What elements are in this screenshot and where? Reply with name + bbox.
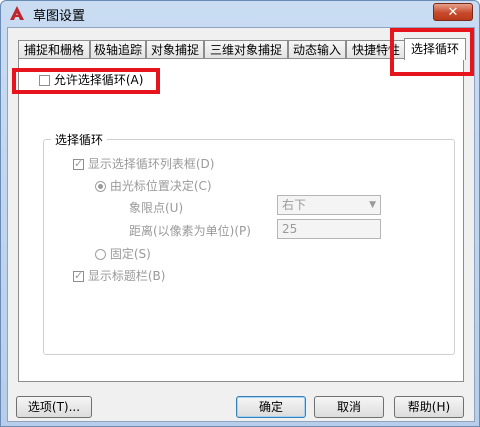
tab-dynamic-input[interactable]: 动态输入: [288, 40, 346, 58]
cursor-position-radio[interactable]: [95, 181, 106, 192]
fixed-label: 固定(S): [109, 247, 151, 261]
show-list-label: 显示选择循环列表框(D): [87, 157, 215, 171]
show-titlebar-label: 显示标题栏(B): [87, 269, 166, 283]
show-list-option[interactable]: 显示选择循环列表框(D): [73, 155, 214, 172]
cancel-button[interactable]: 取消: [314, 396, 384, 418]
options-button[interactable]: 选项(T)...: [16, 396, 92, 418]
show-list-checkbox[interactable]: [73, 157, 84, 170]
quadrant-select[interactable]: 右下 ▼: [277, 195, 381, 215]
highlight-box-checkbox: [12, 68, 160, 94]
title-bar[interactable]: 草图设置 ✕: [1, 1, 479, 25]
cursor-position-option[interactable]: 由光标位置决定(C): [95, 177, 212, 194]
tab-polar-tracking[interactable]: 极轴追踪: [90, 40, 146, 58]
group-title: 选择循环: [51, 131, 108, 148]
ok-button[interactable]: 确定: [236, 396, 306, 418]
fixed-radio[interactable]: [95, 249, 106, 260]
show-titlebar-checkbox[interactable]: [73, 269, 84, 282]
tab-3d-object-snap[interactable]: 三维对象捕捉: [204, 40, 288, 58]
help-button[interactable]: 帮助(H): [394, 396, 464, 418]
fixed-option[interactable]: 固定(S): [95, 245, 151, 262]
distance-input[interactable]: 25: [277, 219, 381, 239]
quadrant-value: 右下: [282, 198, 307, 212]
highlight-box-tab: [390, 28, 474, 76]
show-titlebar-option[interactable]: 显示标题栏(B): [73, 267, 165, 284]
tab-snap-grid[interactable]: 捕捉和栅格: [18, 40, 90, 58]
sketch-settings-dialog: 草图设置 ✕ 捕捉和栅格 极轴追踪 对象捕捉 三维对象捕捉 动态输入 快捷特性 …: [0, 0, 480, 427]
distance-value: 25: [282, 222, 298, 236]
autocad-app-icon: [10, 6, 24, 20]
selection-cycling-panel: 允许选择循环(A) 选择循环 显示选择循环列表框(D) 由光标位置决定(C) 象…: [18, 58, 464, 382]
distance-label: 距离(以像素为单位)(P): [129, 224, 251, 238]
dialog-client: 捕捉和栅格 极轴追踪 对象捕捉 三维对象捕捉 动态输入 快捷特性 选择循环 允许…: [7, 27, 475, 422]
chevron-down-icon: ▼: [369, 200, 376, 210]
tab-object-snap[interactable]: 对象捕捉: [146, 40, 204, 58]
cursor-position-label: 由光标位置决定(C): [109, 179, 212, 193]
close-icon: ✕: [447, 5, 459, 20]
window-title: 草图设置: [33, 9, 86, 24]
close-button[interactable]: ✕: [433, 3, 473, 21]
quadrant-label: 象限点(U): [129, 201, 184, 215]
